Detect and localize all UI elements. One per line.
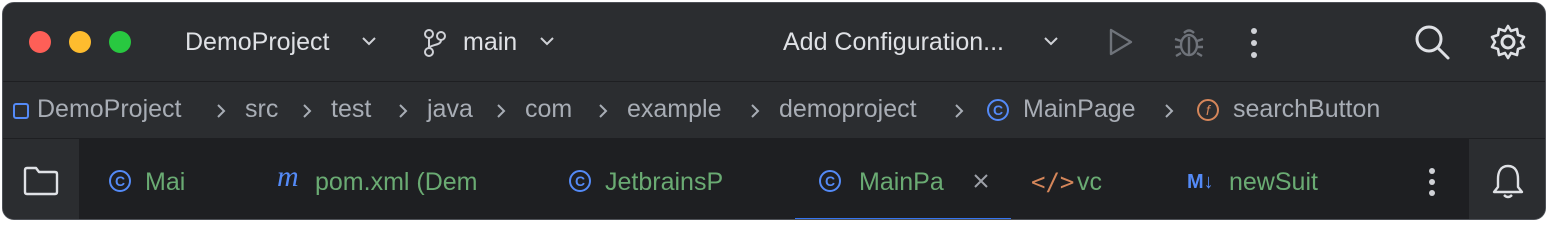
markdown-icon: M↓ (1187, 171, 1214, 193)
class-icon: C (819, 170, 841, 192)
module-icon (13, 103, 29, 119)
tab-jetbrainsp[interactable]: C JetbrainsP (559, 139, 749, 219)
chevron-down-icon (1044, 37, 1058, 46)
bell-icon (1492, 164, 1524, 199)
breadcrumb-item-src[interactable]: src (245, 94, 278, 124)
breadcrumb-item-example[interactable]: example (627, 94, 722, 124)
minimize-window-button[interactable] (69, 31, 91, 53)
chevron-right-icon (399, 104, 408, 118)
breadcrumb-label: searchButton (1233, 95, 1381, 123)
more-options-icon[interactable] (1249, 27, 1259, 59)
tab-main[interactable]: C Mai (99, 139, 209, 219)
chevron-right-icon (217, 104, 226, 118)
breadcrumb-label: MainPage (1023, 95, 1136, 123)
tab-vc[interactable]: </> vc (1023, 139, 1123, 219)
chevron-right-icon (1165, 104, 1174, 118)
title-bar: DemoProject main Add Configuration... (3, 3, 1545, 82)
breadcrumb-item-test[interactable]: test (331, 94, 371, 124)
active-tab-indicator (795, 218, 1011, 219)
debug-icon[interactable] (1173, 25, 1205, 59)
chevron-down-icon (362, 37, 376, 46)
chevron-down-icon (540, 37, 554, 46)
zoom-window-button[interactable] (109, 31, 131, 53)
git-branch-icon (424, 29, 446, 57)
breadcrumb: DemoProject src test java com example de… (3, 82, 1545, 139)
run-icon[interactable] (1107, 27, 1135, 57)
tab-label: pom.xml (Dem (315, 168, 478, 196)
chevron-right-icon (497, 104, 506, 118)
breadcrumb-item-com[interactable]: com (525, 94, 572, 124)
class-icon: C (109, 170, 131, 192)
folder-icon (23, 166, 59, 196)
field-icon: f (1197, 99, 1219, 121)
maven-icon: m (277, 160, 299, 193)
class-icon: C (569, 170, 591, 192)
class-icon: C (987, 99, 1009, 121)
project-tool-window-button[interactable] (3, 139, 79, 219)
chevron-right-icon (751, 104, 760, 118)
chevron-right-icon (303, 104, 312, 118)
tab-label: newSuit (1229, 168, 1318, 196)
breadcrumb-label: DemoProject (37, 95, 182, 123)
tab-pom-xml[interactable]: m pom.xml (Dem (269, 139, 499, 219)
more-tabs-icon[interactable] (1427, 167, 1437, 197)
breadcrumb-item-demoproject[interactable]: demoproject (779, 94, 917, 124)
tab-label: Mai (145, 168, 186, 196)
close-window-button[interactable] (29, 31, 51, 53)
tab-label: MainPa (859, 168, 944, 196)
tab-label: JetbrainsP (605, 168, 724, 196)
gear-icon[interactable] (1489, 23, 1527, 61)
tab-mainpage-active[interactable]: C MainPa (809, 139, 1011, 219)
breadcrumb-item-java[interactable]: java (427, 94, 473, 124)
search-icon[interactable] (1413, 23, 1451, 61)
close-tab-icon[interactable] (973, 173, 989, 189)
notifications-button[interactable] (1469, 139, 1545, 219)
tab-newsuite[interactable]: M↓ newSuit (1181, 139, 1341, 219)
branch-name: main (463, 28, 518, 56)
run-configuration-label: Add Configuration... (783, 28, 1004, 56)
tab-label: vc (1077, 168, 1102, 196)
project-name: DemoProject (185, 28, 330, 56)
chevron-right-icon (599, 104, 608, 118)
editor-tabs: C Mai m pom.xml (Dem C JetbrainsP C Main… (3, 139, 1545, 219)
html-icon: </> (1031, 168, 1075, 196)
chevron-right-icon (955, 104, 964, 118)
ide-window: DemoProject main Add Configuration... De… (2, 2, 1546, 220)
